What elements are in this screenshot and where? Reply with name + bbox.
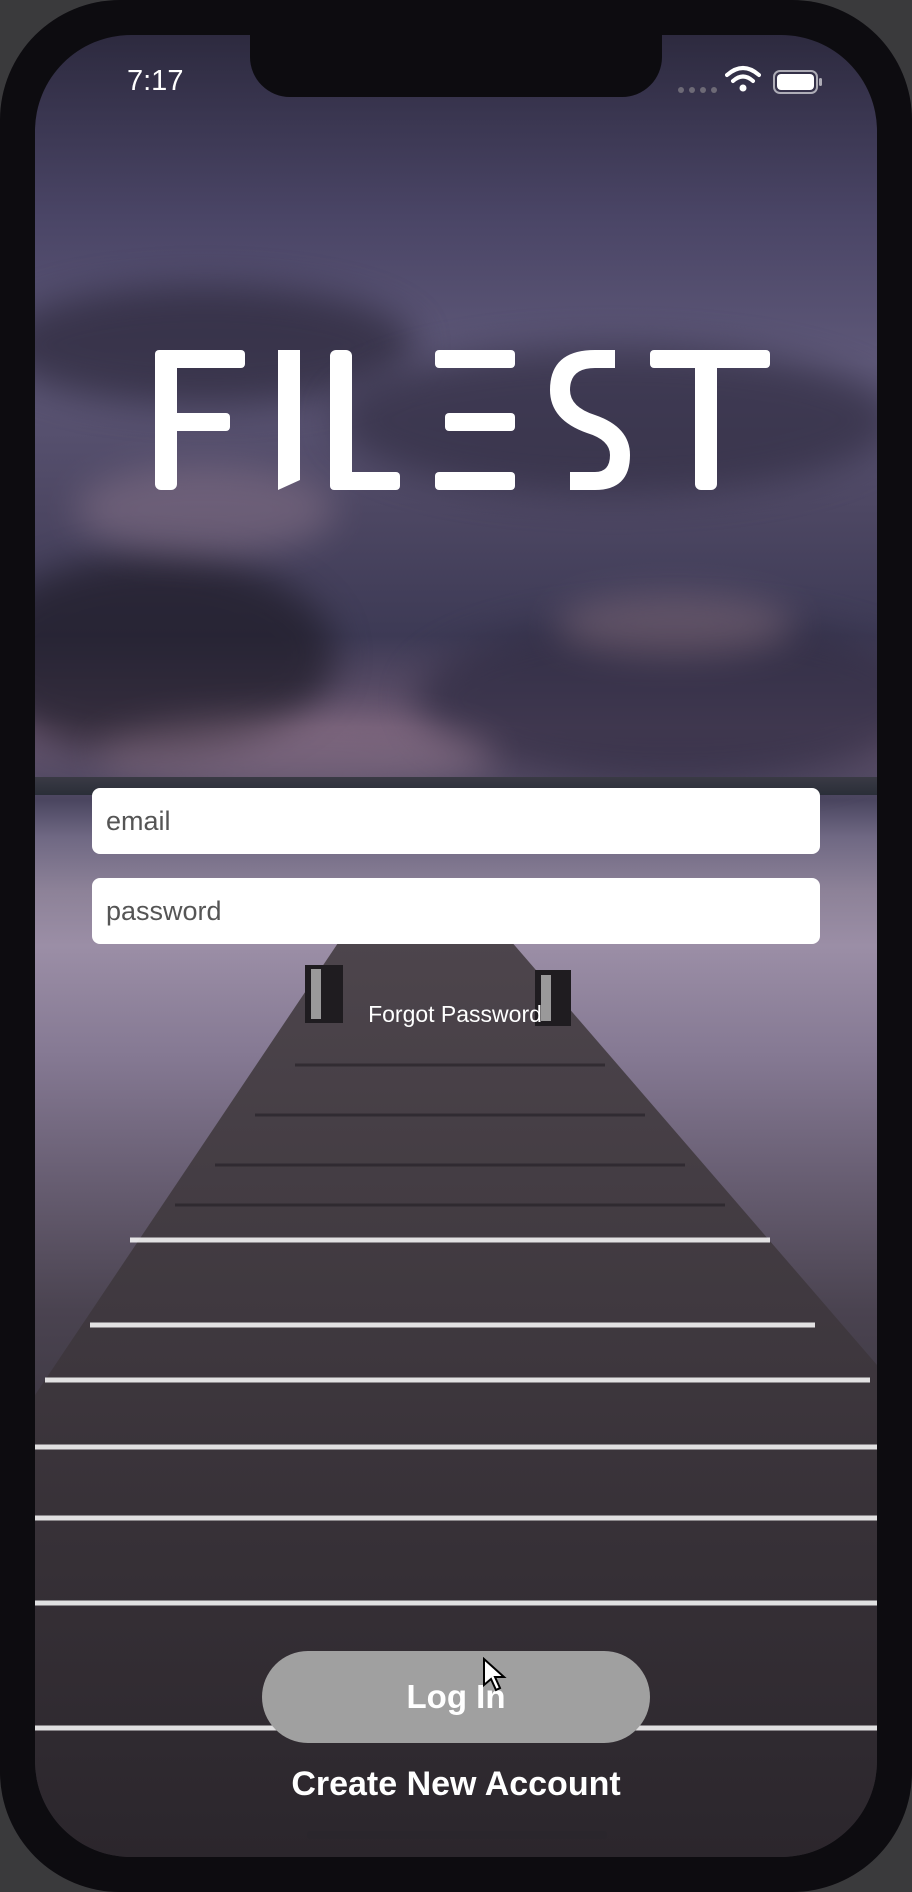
filest-logo [155,350,770,490]
notch [250,35,662,97]
battery-icon [773,70,822,94]
cursor-icon [483,1657,507,1692]
create-account-link[interactable]: Create New Account [35,1765,877,1804]
password-field[interactable] [92,878,820,944]
login-screen: 7:17 email Forgot Password Log In Create… [35,35,877,1857]
forgot-password-link[interactable]: Forgot Password [355,1001,555,1028]
device-frame: 7:17 email Forgot Password Log In Create… [0,0,912,1892]
background-pier [35,940,877,1857]
signal-icon [678,87,717,93]
status-time: 7:17 [127,65,184,97]
wifi-icon [725,66,761,92]
email-field[interactable] [92,788,820,854]
login-button[interactable]: Log In [262,1651,650,1743]
home-indicator[interactable] [307,1831,607,1839]
